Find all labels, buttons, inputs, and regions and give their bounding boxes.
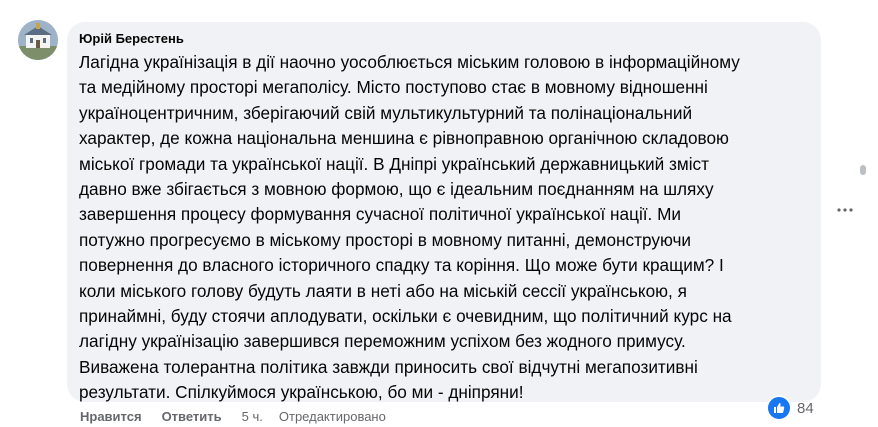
reactions-summary[interactable]: 84 (766, 395, 814, 421)
more-horizontal-icon (837, 208, 853, 212)
timestamp-link[interactable]: 5 ч. (242, 407, 263, 427)
comment-line: принаймні, буду стоячи аплодувати, оскіл… (79, 306, 732, 327)
comment-text: Лагідна українізація в дії наочно уособл… (79, 50, 809, 406)
edited-label: Отредактировано (278, 409, 386, 424)
avatar[interactable] (18, 20, 58, 60)
comment-line: повернення до власного історичного спадк… (79, 255, 724, 276)
comment-line: давно вже збігається з мовною формою, що… (79, 179, 714, 200)
comment-line: лагідну українізацію завершився переможн… (79, 331, 686, 352)
scrollbar-thumb[interactable] (860, 165, 866, 175)
comment-line: потужно прогресуємо в міському просторі … (79, 229, 692, 250)
comment-line: та медійному просторі мегаполісу. Місто … (79, 77, 708, 98)
thumbs-up-glyph (774, 403, 785, 413)
like-button[interactable]: Нравится (80, 407, 142, 427)
comment-bubble: Юрій Берестень Лагідна українізація в ді… (67, 22, 821, 402)
comment-line: характер, де кожна національна меншина є… (79, 128, 729, 149)
comment-line: україноцентричним, зберігаючий свій муль… (79, 102, 693, 123)
reply-button[interactable]: Ответить (162, 407, 222, 427)
comment-author[interactable]: Юрій Берестень (79, 31, 184, 47)
comment-line: завершення процесу формування сучасної п… (79, 204, 682, 225)
comment-actions: Нравится Ответить 5 ч. Отредактировано (80, 407, 386, 427)
comment-line: Виважена толерантна політика завжди прин… (79, 356, 698, 377)
comment-line: Лагідна українізація в дії наочно уособл… (79, 52, 740, 72)
comment-line: результати. Спілкуймося українською, бо … (79, 382, 524, 403)
avatar-image (18, 20, 58, 60)
comment-line: коли міського голову будуть лаяти в неті… (79, 280, 687, 301)
like-icon (766, 395, 792, 421)
reaction-count: 84 (797, 399, 814, 417)
more-options-button[interactable] (832, 197, 858, 223)
comment-line: міської громади та української нації. В … (79, 153, 709, 174)
